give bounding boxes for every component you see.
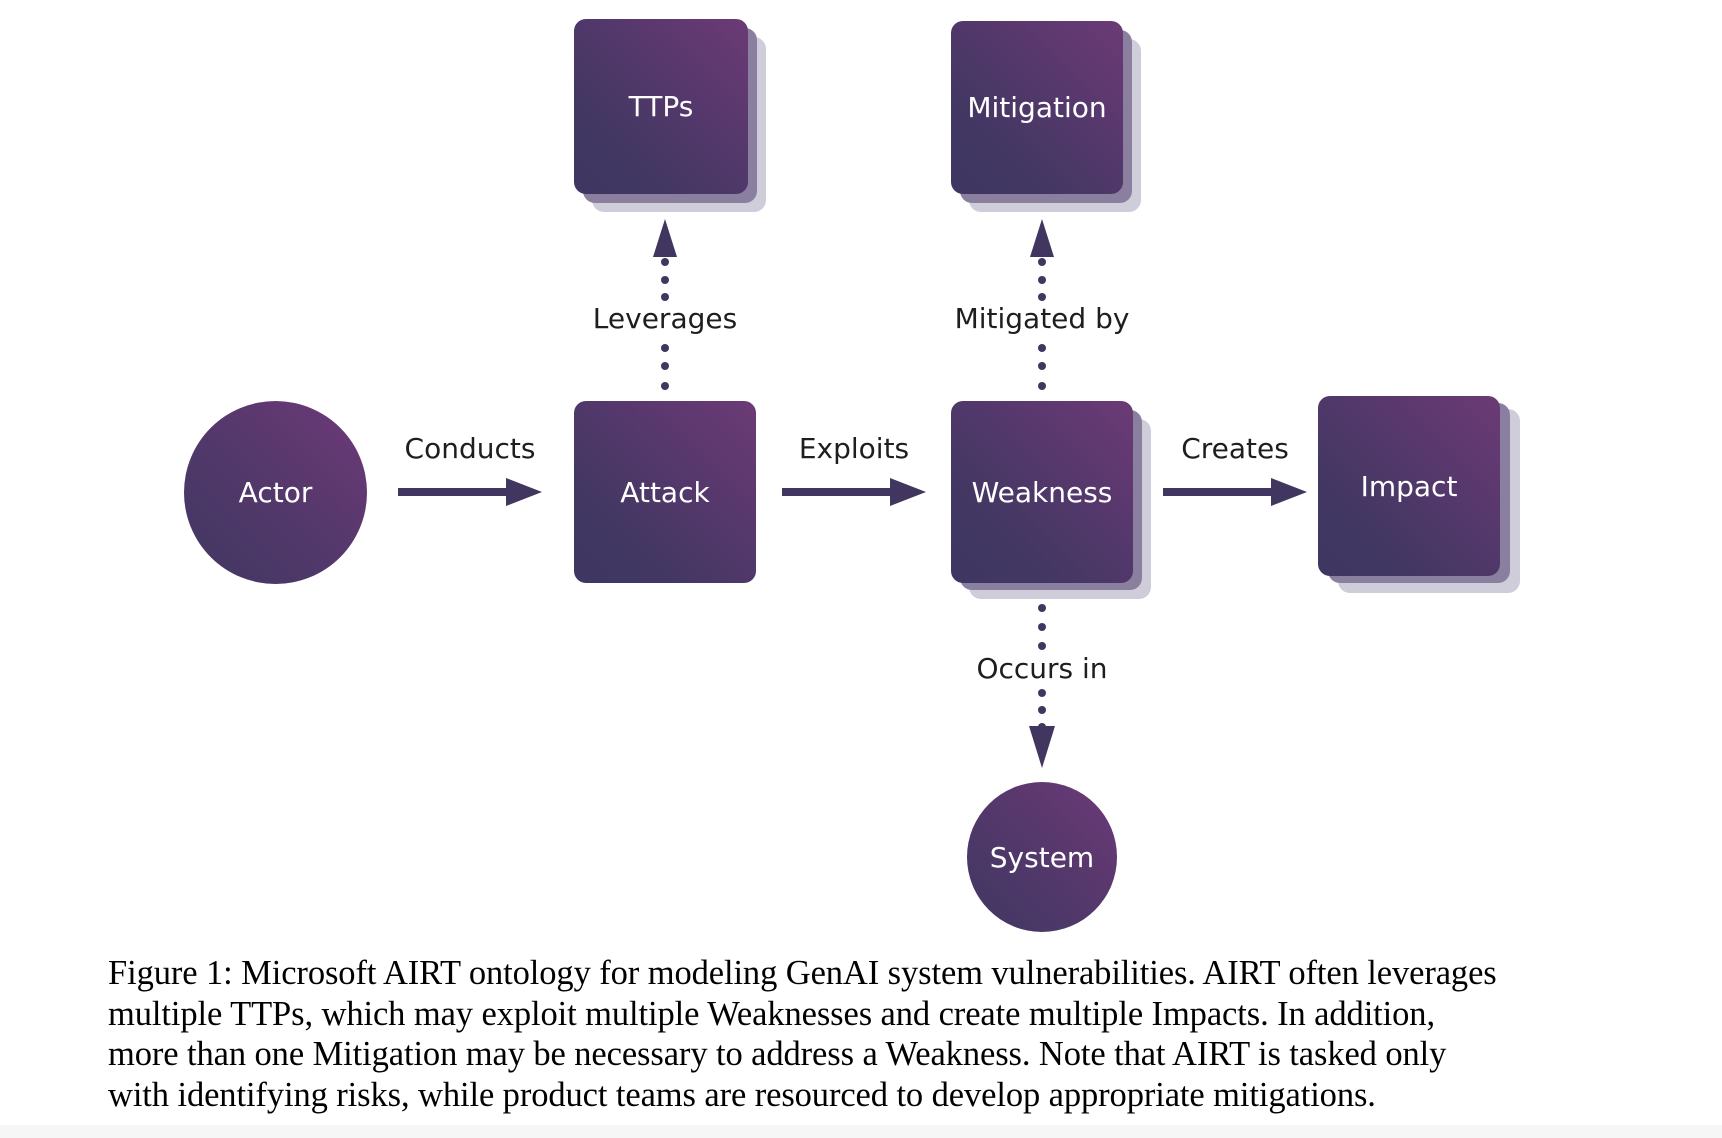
node-attack-label: Attack (620, 475, 710, 509)
edge-label-leverages: Leverages (592, 302, 738, 335)
arrow-exploits (782, 478, 926, 506)
figure-caption: Figure 1: Microsoft AIRT ontology for mo… (108, 953, 1628, 1116)
arrow-conducts (398, 478, 542, 506)
node-mitigation-label: Mitigation (967, 91, 1107, 124)
caption-line: with identifying risks, while product te… (108, 1076, 1376, 1115)
node-impact-label: Impact (1360, 469, 1458, 503)
node-impact[interactable]: Impact (1318, 396, 1500, 576)
ontology-diagram: Actor Attack TTPs Mitigation Weakness Im… (0, 0, 1722, 950)
node-weakness-label: Weakness (971, 475, 1113, 509)
arrow-occurs-in (1029, 604, 1055, 768)
node-attack[interactable]: Attack (574, 401, 756, 583)
page-bottom-edge (0, 1125, 1722, 1138)
edge-label-creates: Creates (1181, 432, 1289, 465)
node-system-label: System (989, 840, 1095, 874)
node-mitigation[interactable]: Mitigation (951, 21, 1123, 194)
caption-line: Figure 1: Microsoft AIRT ontology for mo… (108, 954, 1497, 992)
edge-label-occurs-in: Occurs in (976, 652, 1108, 685)
node-weakness[interactable]: Weakness (951, 401, 1133, 583)
edge-label-mitigated-by: Mitigated by (954, 302, 1130, 335)
node-ttps-label: TTPs (628, 90, 694, 123)
node-ttps[interactable]: TTPs (574, 19, 748, 194)
arrow-creates (1163, 478, 1307, 506)
caption-line: multiple TTPs, which may exploit multipl… (108, 994, 1435, 1033)
edge-label-conducts: Conducts (404, 432, 536, 465)
edge-label-exploits: Exploits (798, 432, 910, 465)
caption-line: more than one Mitigation may be necessar… (108, 1035, 1447, 1074)
node-actor[interactable]: Actor (184, 401, 367, 584)
node-actor-label: Actor (238, 476, 313, 509)
node-system[interactable]: System (967, 782, 1117, 932)
